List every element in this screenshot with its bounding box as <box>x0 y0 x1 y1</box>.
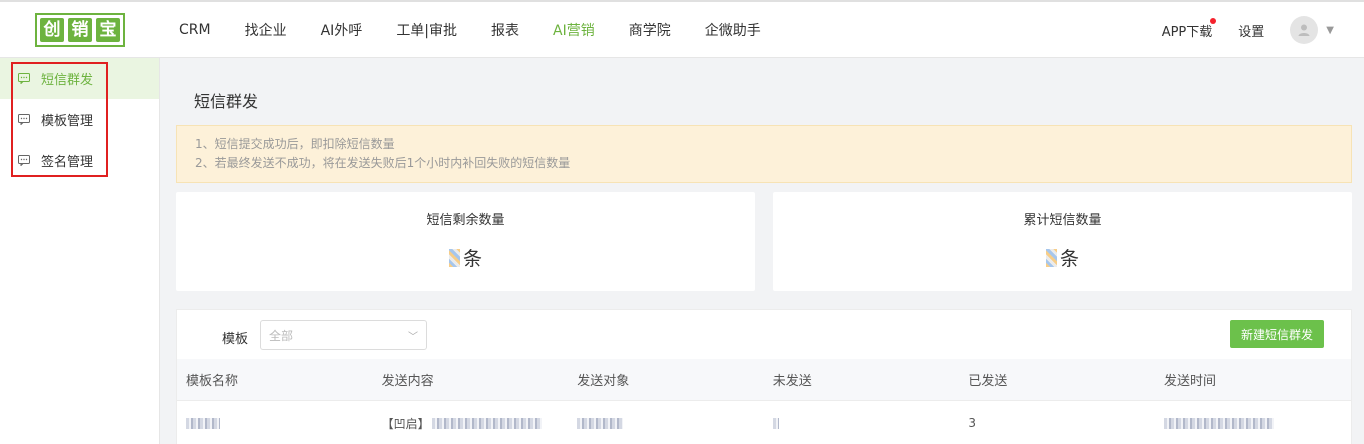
column-header-template-name[interactable]: 模板名称 <box>177 370 373 389</box>
user-icon <box>1298 24 1310 36</box>
stat-value-total: 条 <box>773 244 1352 271</box>
stat-label-remaining: 短信剩余数量 <box>426 213 505 228</box>
nav-item-find-company[interactable]: 找企业 <box>228 20 304 40</box>
column-header-send-time[interactable]: 发送时间 <box>1155 370 1351 389</box>
nav-item-crm[interactable]: CRM <box>162 22 228 38</box>
notice-line-2: 2、若最终发送不成功，将在发送失败后1个小时内补回失败的短信数量 <box>195 156 571 170</box>
chevron-down-icon: ﹀ <box>408 331 418 343</box>
column-header-content[interactable]: 发送内容 <box>373 370 569 389</box>
redacted-text <box>1163 417 1274 429</box>
app-download-label: APP下载 <box>1161 24 1213 40</box>
notice-line-1: 1、短信提交成功后，即扣除短信数量 <box>195 137 395 151</box>
message-icon <box>18 114 30 125</box>
logo-char-3: 宝 <box>96 18 120 42</box>
template-filter-value: 全部 <box>269 328 294 343</box>
topbar-right: APP下载 设置 ▼ <box>1162 2 1334 58</box>
nav-item-ticket-approval[interactable]: 工单|审批 <box>379 20 474 40</box>
settings-link[interactable]: 设置 <box>1238 21 1264 40</box>
redacted-number <box>448 249 460 267</box>
stat-unit: 条 <box>462 248 482 270</box>
stat-card-remaining: 短信剩余数量 条 <box>176 192 755 291</box>
page-title: 短信群发 <box>194 92 259 111</box>
notice-banner: 1、短信提交成功后，即扣除短信数量 2、若最终发送不成功，将在发送失败后1个小时… <box>176 125 1352 183</box>
logo-char-1: 创 <box>40 18 64 42</box>
template-filter-label: 模板 <box>222 332 249 347</box>
column-header-sent[interactable]: 已发送 <box>959 370 1155 389</box>
stat-label-total: 累计短信数量 <box>1023 213 1102 228</box>
redacted-text <box>186 417 220 429</box>
message-icon <box>18 155 30 166</box>
table-row[interactable]: 【凹启】 3 <box>177 402 1351 444</box>
template-filter-select[interactable]: 全部 ﹀ <box>260 320 427 350</box>
stat-card-total: 累计短信数量 条 <box>773 192 1352 291</box>
column-header-unsent[interactable]: 未发送 <box>764 370 960 389</box>
app-download-link[interactable]: APP下载 <box>1161 17 1217 40</box>
notification-dot <box>1210 17 1217 24</box>
content-prefix: 【凹启】 <box>381 416 430 431</box>
nav-item-academy[interactable]: 商学院 <box>612 20 688 40</box>
cell-sent: 3 <box>968 416 977 430</box>
logo[interactable]: 创 销 宝 <box>35 13 125 47</box>
redacted-number <box>1045 249 1057 267</box>
stat-value-remaining: 条 <box>176 244 755 271</box>
cell-recipients <box>568 416 764 430</box>
new-sms-broadcast-button[interactable]: 新建短信群发 <box>1230 320 1324 348</box>
sidebar-item-sms-broadcast[interactable]: 短信群发 <box>0 58 159 99</box>
redacted-text <box>772 417 779 429</box>
avatar[interactable] <box>1290 16 1319 44</box>
cell-send-time <box>1155 416 1351 430</box>
logo-char-2: 销 <box>68 18 92 42</box>
sidebar-item-signature-manage[interactable]: 签名管理 <box>0 140 159 181</box>
cell-unsent <box>764 416 960 430</box>
sidebar: 短信群发 模板管理 签名管理 <box>0 58 160 444</box>
sidebar-item-label: 短信群发 <box>41 73 94 88</box>
sidebar-item-label: 模板管理 <box>41 114 94 129</box>
message-icon <box>18 73 30 84</box>
nav-item-reports[interactable]: 报表 <box>474 20 536 40</box>
sms-table-panel: 模板 全部 ﹀ 新建短信群发 模板名称 发送内容 发送对象 未发送 已发送 发送… <box>176 309 1352 444</box>
table-header: 模板名称 发送内容 发送对象 未发送 已发送 发送时间 <box>177 359 1351 401</box>
stat-unit: 条 <box>1059 248 1079 270</box>
nav-item-ai-marketing[interactable]: AI营销 <box>536 20 612 40</box>
cell-template-name <box>177 416 373 430</box>
main-nav: CRM 找企业 AI外呼 工单|审批 报表 AI营销 商学院 企微助手 <box>162 2 778 58</box>
nav-item-ai-call[interactable]: AI外呼 <box>304 20 380 40</box>
cell-content: 【凹启】 <box>373 416 569 431</box>
sidebar-item-template-manage[interactable]: 模板管理 <box>0 99 159 140</box>
redacted-text <box>431 417 542 429</box>
top-navbar: 创 销 宝 CRM 找企业 AI外呼 工单|审批 报表 AI营销 商学院 企微助… <box>0 0 1364 58</box>
nav-item-wecom-assistant[interactable]: 企微助手 <box>688 20 778 40</box>
chevron-down-icon[interactable]: ▼ <box>1326 25 1334 36</box>
redacted-text <box>577 417 624 429</box>
column-header-recipients[interactable]: 发送对象 <box>568 370 764 389</box>
sidebar-item-label: 签名管理 <box>41 155 94 170</box>
